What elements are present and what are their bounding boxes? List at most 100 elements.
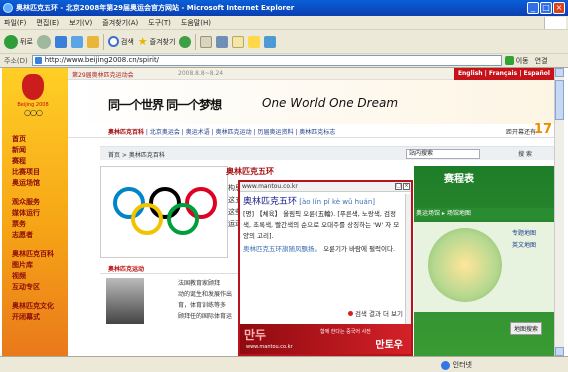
left-nav-item[interactable]: 观众服务 [12, 197, 66, 208]
favorites-button[interactable]: ★ 즐겨찾기 [138, 35, 176, 48]
menu-edit[interactable]: 편집(E) [36, 18, 59, 28]
map-link[interactable]: 英文地图 [512, 240, 536, 252]
messenger-icon[interactable] [248, 35, 261, 48]
subnav-item[interactable]: 历届奥运资料 [257, 129, 293, 136]
left-nav-item[interactable]: 比赛项目 [12, 167, 66, 178]
forward-arrow-icon [36, 34, 51, 49]
coubertin-photo [106, 278, 144, 324]
left-nav-item[interactable]: 开闭幕式 [12, 312, 66, 323]
subnav-item[interactable]: 奥林匹克运动 [216, 129, 252, 136]
menu-tools[interactable]: 도구(T) [148, 18, 171, 28]
popup-pin-icon[interactable]: □ [395, 183, 402, 190]
star-icon: ★ [137, 35, 148, 48]
print-icon[interactable] [216, 35, 229, 48]
left-nav-item[interactable]: 图片库 [12, 260, 66, 271]
left-nav-item[interactable]: 票务 [12, 219, 66, 230]
venue-map-area: 专题地图 英文地图 [414, 222, 554, 312]
schedule-panel: 赛程表 奥运场馆 ▸ 场馆地图 专题地图 英文地图 地图搜索 [414, 166, 554, 356]
go-arrow-icon [504, 56, 514, 65]
toolbar: 뒤로 검색 ★ 즐겨찾기 [0, 30, 568, 54]
breadcrumb: 首页 > 奥林匹克百科 [108, 152, 165, 159]
search-button[interactable]: 검색 [107, 36, 134, 47]
slogan-chinese: 同一个世界 同一个梦想 [108, 98, 222, 112]
windows-logo-icon [544, 17, 566, 29]
popup-source: www.mantou.co.kr [242, 183, 298, 190]
map-link[interactable]: 专题地图 [512, 228, 536, 240]
slogan-english: One World One Dream [262, 96, 399, 110]
site-subnav: 奥林匹克百科 | 北京奥运会 | 奥运术语 | 奥林匹克运动 | 历届奥运资料 … [68, 122, 554, 138]
example-korean: 오륜기가 바람에 펄럭이다. [323, 245, 396, 253]
window-title: 奥林匹克五环 - 北京2008年第29届奥运会官方网站 - Microsoft … [16, 4, 295, 12]
breadcrumb-bar: 首页 > 奥林匹克百科 站内搜索 搜 索 [100, 146, 554, 160]
links-button[interactable]: 연결 [535, 56, 548, 66]
subnav-item[interactable]: 奥林匹克百科 [108, 129, 144, 136]
left-nav-item[interactable]: 互动专区 [12, 282, 66, 293]
address-field[interactable]: http://www.beijing2008.cn/spirit/ [31, 55, 502, 66]
movement-line: 动的诞生和发展作出 [178, 291, 233, 298]
subnav-items: 奥林匹克百科 | 北京奥运会 | 奥运术语 | 奥林匹克运动 | 历届奥运资料 … [108, 129, 336, 136]
history-icon[interactable] [179, 35, 192, 48]
maximize-icon[interactable]: □ [540, 2, 552, 14]
popup-close-icon[interactable]: × [403, 183, 410, 190]
home-icon[interactable] [86, 35, 99, 48]
menu-help[interactable]: 도움말(H) [181, 18, 211, 28]
subnav-item[interactable]: 北京奥运会 [150, 129, 180, 136]
ie-logo-icon [3, 3, 13, 13]
games-name: 第29届奥林匹克运动会 [72, 72, 134, 79]
language-links[interactable]: English | Français | Español [453, 68, 554, 80]
movement-header: 奥林匹克运动 [100, 264, 240, 274]
edit-icon[interactable] [232, 35, 245, 48]
research-icon[interactable] [264, 35, 277, 48]
menu-favorites[interactable]: 즐겨찾기(A) [102, 18, 138, 28]
schedule-header[interactable]: 赛程表 [444, 170, 474, 185]
toolbar-separator [195, 33, 197, 50]
subnav-item[interactable]: 奥运术语 [186, 129, 210, 136]
left-nav-item[interactable]: 视频 [12, 271, 66, 282]
menu-view[interactable]: 보기(V) [69, 18, 92, 28]
window-titlebar: 奥林匹克五环 - 北京2008年第29届奥运会官方网站 - Microsoft … [0, 0, 568, 16]
dictionary-definition: [명] 【체육】 올림픽 오륜(五輪). [푸른색, 노랑색, 검정색, 초록색… [243, 210, 400, 240]
favorites-label: 즐겨찾기 [149, 37, 176, 46]
menu-file[interactable]: 파일(F) [4, 18, 26, 28]
scroll-up-icon[interactable] [555, 68, 564, 77]
olympic-movement-section: 奥林匹克运动 法国教育家顾拜 动的诞生和发展作出 育，体育训练等多 顾拜任的国际… [100, 264, 240, 354]
back-button[interactable]: 뒤로 [4, 34, 33, 49]
left-nav-item[interactable]: 奥林匹克百科 [12, 249, 66, 260]
page-scrollbar[interactable] [554, 68, 564, 356]
scroll-thumb[interactable] [555, 80, 564, 120]
left-nav-item[interactable]: 新闻 [12, 145, 66, 156]
address-bar: 주소(D) http://www.beijing2008.cn/spirit/ … [0, 54, 568, 68]
site-search-input[interactable]: 站内搜索 [406, 149, 480, 159]
popup-footer-banner[interactable]: 만두 www.mantou.co.kr 함께 한다는 중국어 사전 만토우 [240, 324, 411, 354]
left-nav-item[interactable]: 奥运场馆 [12, 178, 66, 189]
left-nav-item[interactable]: 媒体运行 [12, 208, 66, 219]
go-button[interactable]: 이동 [504, 56, 529, 66]
map-search-button[interactable]: 地图搜索 [510, 322, 543, 335]
site-search-button[interactable]: 搜 索 [518, 149, 532, 158]
venue-map-image[interactable] [428, 228, 502, 302]
left-nav-item[interactable]: 志愿者 [12, 230, 66, 241]
left-nav-gap [12, 241, 66, 249]
more-results-link[interactable]: 검색 결과 더 보기 [348, 308, 403, 318]
popup-header: www.mantou.co.kr □ × [240, 182, 411, 192]
minimize-icon[interactable]: _ [527, 2, 539, 14]
left-nav-item[interactable]: 奥林匹克文化 [12, 301, 66, 312]
left-nav: 首页 新闻 赛程 比赛项目 奥运场馆 观众服务 媒体运行 票务 志愿者 奥林匹克… [12, 134, 66, 323]
close-icon[interactable]: × [553, 2, 565, 14]
subnav-item[interactable]: 奥林匹克标志 [299, 129, 335, 136]
refresh-icon[interactable] [70, 35, 83, 48]
beijing2008-logo[interactable]: Beijing 2008 ○○○ [16, 74, 50, 122]
stop-icon[interactable] [54, 35, 67, 48]
countdown-value: 17 [533, 122, 552, 137]
dictionary-popup: www.mantou.co.kr □ × 奥林匹克五环 [ào lín pǐ k… [238, 180, 413, 356]
mail-icon[interactable] [200, 35, 213, 48]
venue-map-header[interactable]: 奥运场馆 ▸ 场馆地图 [414, 208, 554, 220]
popup-scrollbar[interactable] [405, 194, 411, 324]
scroll-down-icon[interactable] [555, 347, 564, 356]
search-icon [107, 36, 119, 47]
forward-button[interactable] [36, 34, 51, 49]
left-nav-item[interactable]: 首页 [12, 134, 66, 145]
left-nav-item[interactable]: 赛程 [12, 156, 66, 167]
left-nav-gap [12, 293, 66, 301]
security-zone: 인터넷 [440, 360, 472, 370]
